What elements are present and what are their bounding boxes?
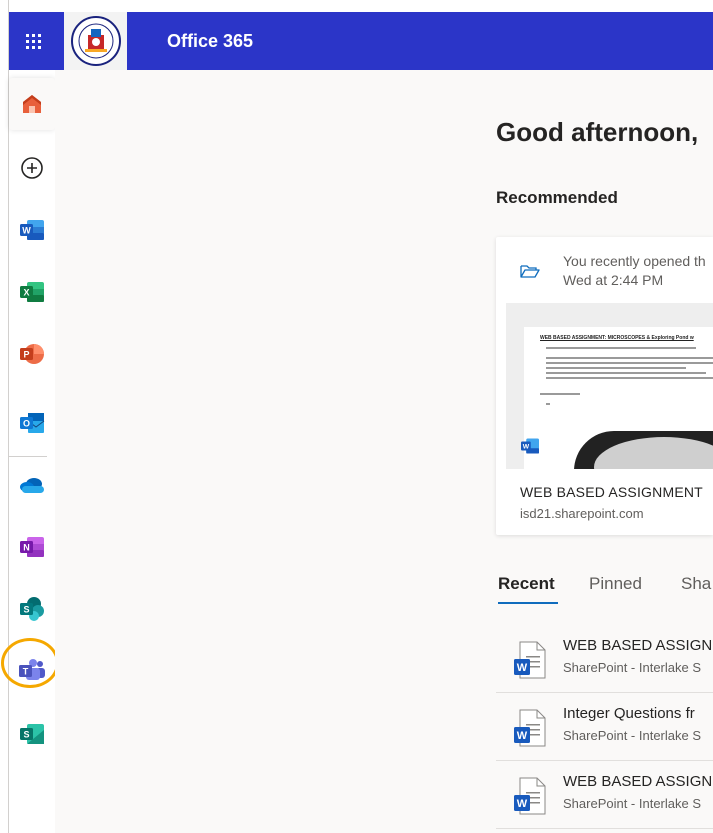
teams-highlight-annotation	[1, 638, 59, 688]
svg-text:S: S	[23, 730, 29, 740]
rail-item-onenote[interactable]: N	[9, 521, 55, 573]
rail-item-sway[interactable]: S	[9, 708, 55, 760]
file-location: SharePoint - Interlake S	[563, 728, 702, 743]
svg-text:W: W	[517, 798, 528, 810]
svg-text:X: X	[23, 288, 29, 298]
folder-open-icon	[520, 263, 540, 284]
svg-text:S: S	[23, 605, 29, 615]
word-file-icon: W	[520, 437, 540, 460]
svg-text:W: W	[22, 226, 31, 236]
plus-circle-icon	[21, 157, 43, 179]
svg-text:W: W	[517, 730, 528, 742]
app-rail: W X P O N S T S	[9, 70, 55, 833]
svg-text:W: W	[523, 444, 530, 451]
rail-item-create[interactable]	[9, 142, 55, 194]
row-divider	[496, 828, 713, 829]
sway-icon: S	[20, 724, 44, 744]
school-seal-icon	[70, 16, 121, 66]
onenote-icon: N	[20, 537, 44, 557]
tab-shared[interactable]: Sha	[681, 574, 711, 594]
rail-item-home[interactable]	[9, 78, 55, 130]
greeting-heading: Good afternoon,	[496, 117, 699, 147]
svg-text:P: P	[23, 350, 29, 360]
rail-item-sharepoint[interactable]: S	[9, 583, 55, 635]
sharepoint-icon: S	[20, 597, 44, 621]
svg-text:N: N	[23, 543, 30, 553]
preview-title: WEB BASED ASSIGNMENT: MICROSCOPES & Expl…	[540, 335, 694, 341]
file-location: SharePoint - Interlake S	[563, 660, 702, 675]
rail-item-outlook[interactable]: O	[9, 397, 55, 449]
app-title[interactable]: Office 365	[167, 12, 253, 70]
waffle-icon	[25, 33, 41, 49]
file-location: SharePoint - Interlake S	[563, 796, 702, 811]
preview-page: WEB BASED ASSIGNMENT: MICROSCOPES & Expl…	[524, 327, 713, 469]
card-file-name[interactable]: WEB BASED ASSIGNMENT	[520, 484, 703, 500]
preview-photo	[574, 431, 713, 469]
tab-pinned[interactable]: Pinned	[589, 574, 642, 594]
file-row[interactable]: W Integer Questions fr SharePoint - Inte…	[496, 693, 713, 761]
card-file-site: isd21.sharepoint.com	[520, 506, 644, 521]
card-timestamp: Wed at 2:44 PM	[563, 272, 664, 288]
file-row[interactable]: W WEB BASED ASSIGN SharePoint - Interlak…	[496, 761, 713, 829]
svg-text:W: W	[517, 662, 528, 674]
app-launcher-button[interactable]	[9, 12, 57, 70]
svg-text:O: O	[23, 419, 30, 429]
onedrive-icon	[20, 478, 44, 493]
file-name[interactable]: WEB BASED ASSIGN	[563, 637, 712, 654]
recommended-card[interactable]: You recently opened th Wed at 2:44 PM WE…	[496, 237, 713, 535]
excel-icon: X	[20, 282, 44, 302]
file-name[interactable]: WEB BASED ASSIGN	[563, 773, 712, 790]
tab-recent[interactable]: Recent	[498, 574, 555, 594]
rail-item-word[interactable]: W	[9, 204, 55, 256]
top-bar: Office 365	[9, 12, 713, 70]
word-icon: W	[20, 220, 44, 240]
document-preview[interactable]: WEB BASED ASSIGNMENT: MICROSCOPES & Expl…	[506, 303, 713, 469]
home-icon	[23, 95, 41, 113]
rail-item-onedrive[interactable]	[9, 459, 55, 511]
file-name[interactable]: Integer Questions fr	[563, 705, 695, 722]
word-doc-icon: W	[512, 641, 546, 684]
recommended-heading: Recommended	[496, 188, 618, 207]
powerpoint-icon: P	[20, 344, 44, 364]
rail-separator	[9, 456, 47, 457]
word-doc-icon: W	[512, 777, 546, 820]
outlook-icon: O	[20, 413, 45, 433]
file-row[interactable]: W WEB BASED ASSIGN SharePoint - Interlak…	[496, 625, 713, 693]
card-activity-text: You recently opened th	[563, 253, 706, 269]
rail-item-powerpoint[interactable]: P	[9, 328, 55, 380]
tab-selected-indicator	[498, 602, 558, 604]
org-logo[interactable]	[64, 12, 127, 70]
rail-item-excel[interactable]: X	[9, 266, 55, 318]
word-doc-icon: W	[512, 709, 546, 752]
